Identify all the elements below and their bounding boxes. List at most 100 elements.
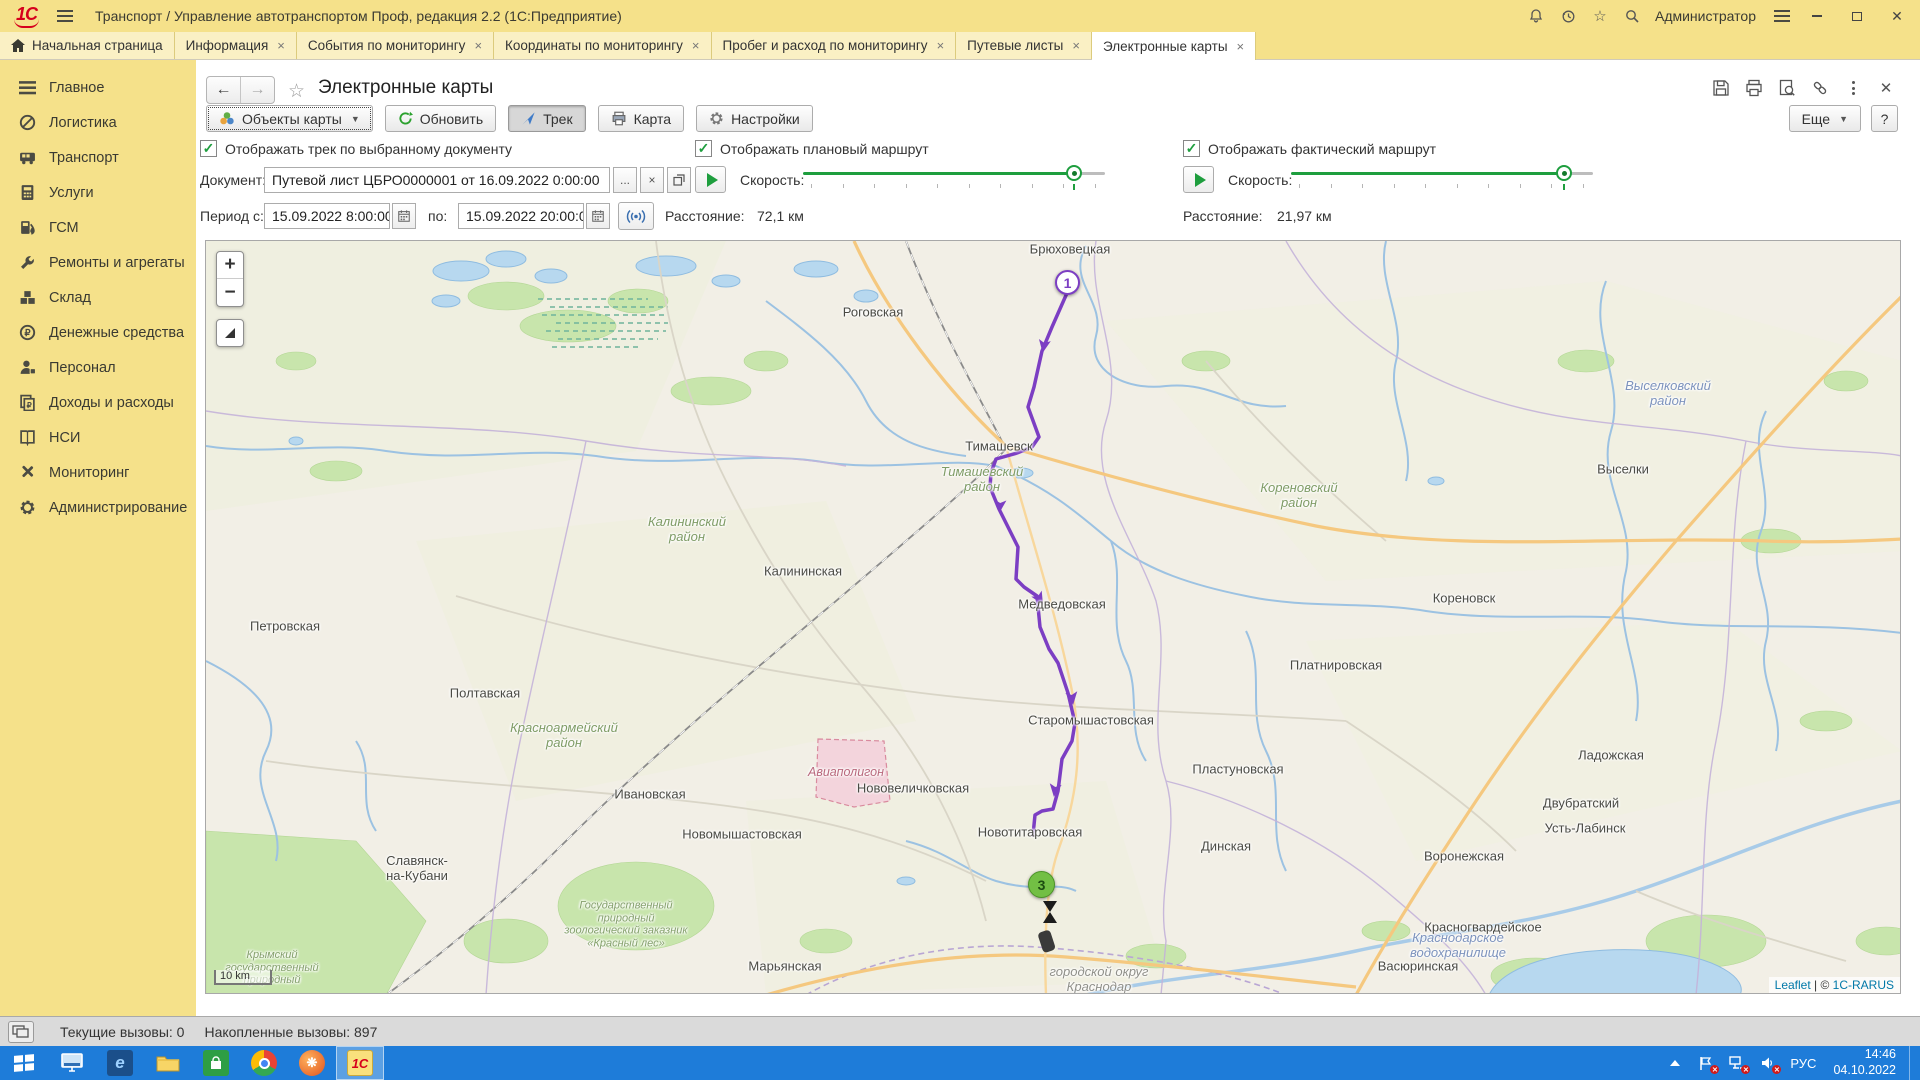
taskbar-browser-app[interactable]: e [96,1046,144,1080]
vendor-link[interactable]: 1C-RARUS [1833,978,1894,992]
tray-flag-icon[interactable]: ✕ [1697,1055,1715,1071]
show-track-checkbox[interactable]: ✓ [200,140,217,157]
period-to-field[interactable]: 15.09.2022 20:00:00 [458,203,584,229]
refresh-button[interactable]: Обновить [385,105,496,132]
sidebar-item-income-expense[interactable]: ₽Доходы и расходы [0,385,196,420]
sidebar-item-logistics[interactable]: Логистика [0,105,196,140]
map-canvas[interactable]: БрюховецкаяРоговскаяТимашевскВыселкиКали… [205,240,1901,994]
taskbar-clock[interactable]: 14:46 04.10.2022 [1833,1047,1896,1078]
tab-information[interactable]: Информация× [175,32,297,59]
tab-monitoring-mileage[interactable]: Пробег и расход по мониторингу× [712,32,957,59]
show-desktop-button[interactable] [1909,1046,1916,1080]
sidebar-item-administration[interactable]: Администрирование [0,490,196,525]
sidebar-item-repairs[interactable]: Ремонты и агрегаты [0,245,196,280]
main-menu-icon[interactable] [57,10,73,22]
period-to-label: по: [428,208,447,224]
bus-icon [19,149,36,166]
tab-close-icon[interactable]: × [1237,39,1245,54]
sidebar-item-warehouse[interactable]: Склад [0,280,196,315]
slider-handle[interactable] [1066,165,1082,181]
print-icon[interactable] [1744,78,1764,98]
sidebar-item-main[interactable]: Главное [0,70,196,105]
link-icon[interactable] [1810,78,1830,98]
monitoring-signal-button[interactable] [618,202,654,230]
service-menu-icon[interactable] [1774,10,1790,22]
plan-speed-slider[interactable] [803,164,1105,190]
tab-monitoring-coordinates[interactable]: Координаты по мониторингу× [494,32,711,59]
taskbar-desktop-app[interactable] [48,1046,96,1080]
more-button[interactable]: Еще▼ [1789,105,1861,132]
tab-close-icon[interactable]: × [1072,38,1080,53]
fact-speed-slider[interactable] [1291,164,1593,190]
sidebar-item-monitoring[interactable]: Мониторинг [0,455,196,490]
tab-close-icon[interactable]: × [277,38,285,53]
slider-handle[interactable] [1556,165,1572,181]
show-fact-checkbox[interactable]: ✓ [1183,140,1200,157]
user-name[interactable]: Администратор [1655,8,1756,24]
document-field[interactable]: Путевой лист ЦБРО0000001 от 16.09.2022 0… [264,167,610,193]
track-button[interactable]: Трек [508,105,585,132]
taskbar-1c-app[interactable]: 1С [336,1046,384,1080]
maximize-button[interactable] [1844,6,1870,26]
save-icon[interactable] [1711,78,1731,98]
slider-tick [1425,184,1426,188]
taskbar-file-explorer[interactable] [144,1046,192,1080]
minimize-button[interactable] [1804,6,1830,26]
period-to-calendar-button[interactable] [586,203,610,229]
language-indicator[interactable]: РУС [1790,1056,1816,1071]
document-clear-button[interactable]: × [640,167,664,193]
zoom-out-button[interactable]: − [217,279,243,306]
sidebar-item-label: Персонал [49,360,116,376]
document-choose-button[interactable]: ... [613,167,637,193]
measure-button[interactable] [216,319,244,347]
show-plan-checkbox[interactable]: ✓ [695,140,712,157]
calls-icon[interactable] [8,1021,34,1043]
map-button[interactable]: Карта [598,105,684,132]
back-button[interactable]: ← [207,77,240,103]
search-icon[interactable] [1623,7,1641,25]
help-button[interactable]: ? [1871,105,1898,132]
add-favorite-star-icon[interactable]: ☆ [288,80,305,103]
taskbar-chrome-app[interactable] [240,1046,288,1080]
tab-monitoring-events[interactable]: События по мониторингу× [297,32,494,59]
tab-close-icon[interactable]: × [692,38,700,53]
notifications-bell-icon[interactable] [1527,7,1545,25]
tab-electronic-maps[interactable]: Электронные карты× [1092,32,1256,60]
fact-play-button[interactable] [1183,166,1214,193]
zoom-in-button[interactable]: + [217,252,243,279]
period-from-field[interactable]: 15.09.2022 8:00:00 [264,203,390,229]
sidebar-item-services[interactable]: Услуги [0,175,196,210]
plan-play-button[interactable] [695,166,726,193]
tab-waybills[interactable]: Путевые листы× [956,32,1092,59]
tab-close-icon[interactable]: × [937,38,945,53]
settings-button[interactable]: Настройки [696,105,813,132]
forward-button[interactable]: → [241,77,274,103]
map-marker-3[interactable]: 3 [1028,871,1055,898]
history-icon[interactable] [1559,7,1577,25]
close-form-icon[interactable]: ✕ [1876,78,1896,98]
period-from-calendar-button[interactable] [392,203,416,229]
preview-icon[interactable] [1777,78,1797,98]
taskbar-misc-app[interactable]: ❋ [288,1046,336,1080]
sidebar-item-nsi[interactable]: НСИ [0,420,196,455]
close-button[interactable]: ✕ [1884,6,1910,26]
sidebar-item-personnel[interactable]: Персонал [0,350,196,385]
tray-expand-icon[interactable] [1666,1055,1684,1071]
leaflet-link[interactable]: Leaflet [1775,978,1811,992]
tab-home[interactable]: Начальная страница [0,32,175,59]
sidebar-item-transport[interactable]: Транспорт [0,140,196,175]
sidebar-item-money[interactable]: ₽Денежные средства [0,315,196,350]
tray-network-icon[interactable]: ✕ [1728,1055,1746,1071]
sidebar-item-fuel[interactable]: ГСМ [0,210,196,245]
taskbar-store-app[interactable] [192,1046,240,1080]
more-actions-kebab-icon[interactable] [1843,78,1863,98]
tray-volume-icon[interactable]: ✕ [1759,1055,1777,1071]
map-objects-button[interactable]: Объекты карты▼ [206,105,373,132]
document-open-button[interactable] [667,167,691,193]
vehicle-icon[interactable] [1037,899,1063,957]
map-marker-1[interactable]: 1 [1055,270,1080,295]
start-button[interactable] [0,1046,48,1080]
favorites-star-icon[interactable]: ☆ [1591,7,1609,25]
show-plan-checkbox-row: ✓ Отображать плановый маршрут [695,140,929,157]
tab-close-icon[interactable]: × [474,38,482,53]
